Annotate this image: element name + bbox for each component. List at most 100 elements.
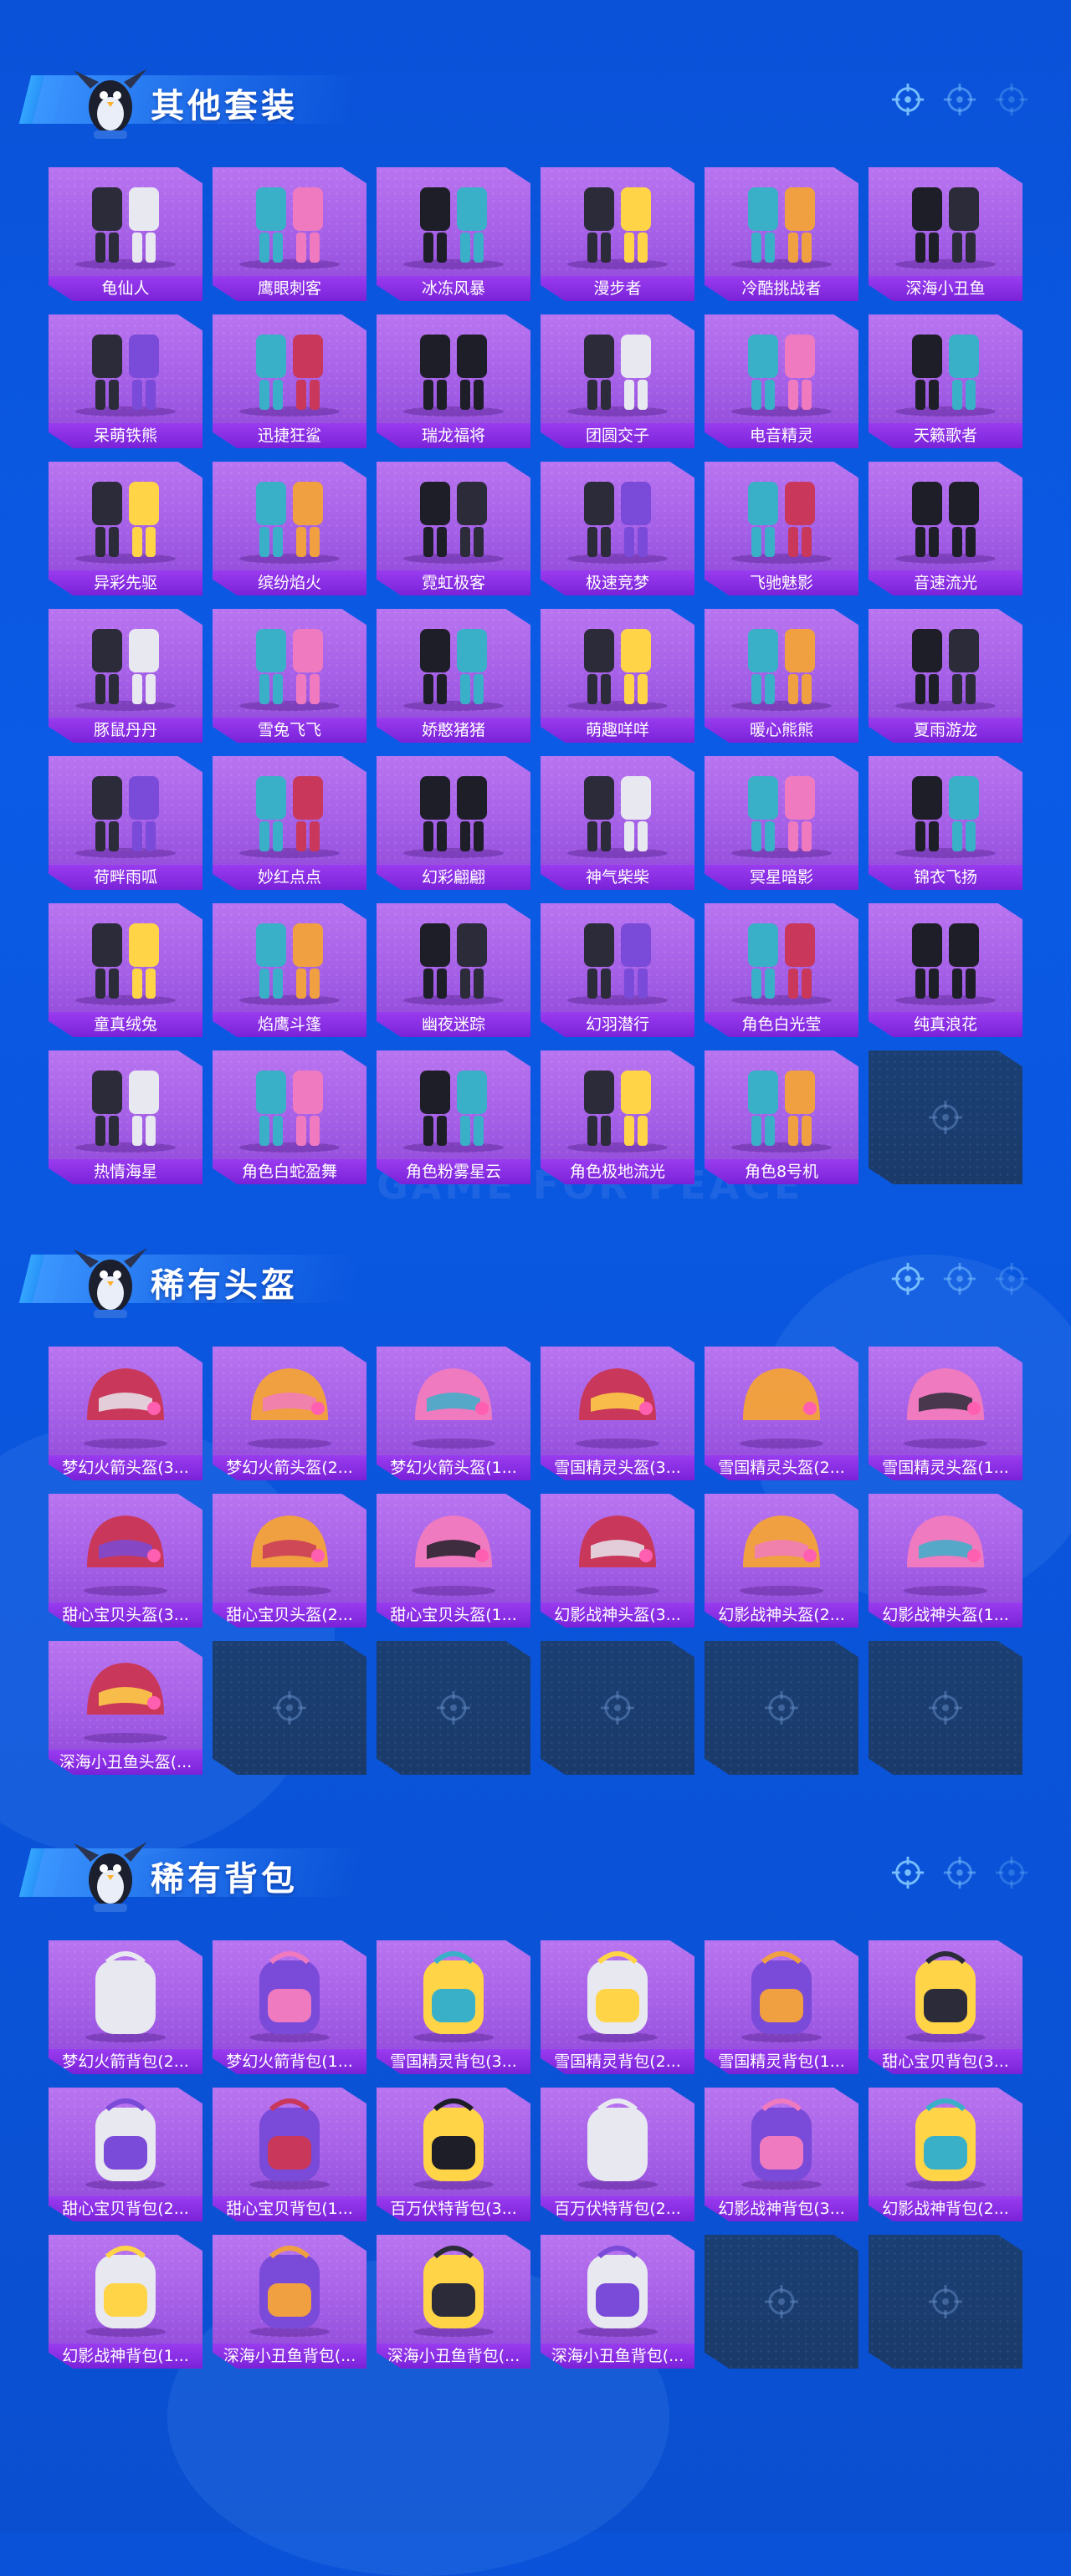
- item-label: 童真绒兔: [49, 1012, 202, 1037]
- item-label: 音速流光: [869, 570, 1022, 595]
- crosshair-icon: [943, 1262, 976, 1296]
- item-card[interactable]: 团圆交子: [541, 314, 694, 448]
- item-card[interactable]: 角色白光莹: [705, 903, 858, 1037]
- item-card[interactable]: 甜心宝贝背包(3...: [869, 1940, 1022, 2074]
- item-card[interactable]: 梦幻火箭头盔(1...: [377, 1347, 530, 1480]
- item-label: 雪国精灵背包(2...: [541, 2049, 694, 2074]
- item-card[interactable]: 幻影战神背包(3...: [705, 2088, 858, 2221]
- item-card[interactable]: 呆萌铁熊: [49, 314, 202, 448]
- crosshair-icon: [765, 2285, 798, 2318]
- item-label: 雪兔飞飞: [213, 718, 366, 743]
- item-label: 夏雨游龙: [869, 718, 1022, 743]
- item-card[interactable]: 雪兔飞飞: [213, 609, 366, 743]
- item-card[interactable]: 雪国精灵背包(2...: [541, 1940, 694, 2074]
- item-card[interactable]: 雪国精灵背包(3...: [377, 1940, 530, 2074]
- item-card[interactable]: 角色白蛇盈舞: [213, 1050, 366, 1184]
- item-label: 瑞龙福将: [377, 423, 530, 448]
- item-card[interactable]: 百万伏特背包(3...: [377, 2088, 530, 2221]
- item-card[interactable]: 音速流光: [869, 462, 1022, 595]
- item-card[interactable]: 冥星暗影: [705, 756, 858, 890]
- item-card[interactable]: 幻彩翩翩: [377, 756, 530, 890]
- crosshair-icon: [765, 1691, 798, 1725]
- item-card[interactable]: 娇憨猪猪: [377, 609, 530, 743]
- item-card[interactable]: 豚鼠丹丹: [49, 609, 202, 743]
- item-card[interactable]: 暖心熊熊: [705, 609, 858, 743]
- item-card[interactable]: 梦幻火箭头盔(3...: [49, 1347, 202, 1480]
- item-card[interactable]: 龟仙人: [49, 167, 202, 301]
- item-card[interactable]: 天籁歌者: [869, 314, 1022, 448]
- item-card[interactable]: 童真绒兔: [49, 903, 202, 1037]
- item-card[interactable]: 深海小丑鱼头盔(...: [49, 1641, 202, 1775]
- item-card[interactable]: 幻影战神头盔(3...: [541, 1494, 694, 1628]
- item-card[interactable]: 幻影战神头盔(2...: [705, 1494, 858, 1628]
- item-card[interactable]: 鹰眼刺客: [213, 167, 366, 301]
- item-card[interactable]: 甜心宝贝头盔(3...: [49, 1494, 202, 1628]
- item-card[interactable]: 雪国精灵背包(1...: [705, 1940, 858, 2074]
- item-card[interactable]: 瑞龙福将: [377, 314, 530, 448]
- item-card[interactable]: 幻影战神背包(2...: [869, 2088, 1022, 2221]
- item-label: 漫步者: [541, 276, 694, 301]
- item-card[interactable]: 深海小丑鱼背包(...: [377, 2235, 530, 2369]
- item-label: 飞驰魅影: [705, 570, 858, 595]
- item-card[interactable]: 雪国精灵头盔(2...: [705, 1347, 858, 1480]
- item-card[interactable]: 锦衣飞扬: [869, 756, 1022, 890]
- item-card[interactable]: 梦幻火箭背包(2...: [49, 1940, 202, 2074]
- item-label: 锦衣飞扬: [869, 865, 1022, 890]
- item-card[interactable]: 百万伏特背包(2...: [541, 2088, 694, 2221]
- section-header: 稀有头盔: [18, 1229, 1063, 1321]
- penguin-mascot-icon: [74, 1842, 147, 1912]
- crosshair-icon: [273, 1691, 306, 1725]
- item-label: 梦幻火箭头盔(2...: [213, 1455, 366, 1480]
- item-card[interactable]: 角色极地流光: [541, 1050, 694, 1184]
- item-card[interactable]: 霓虹极客: [377, 462, 530, 595]
- item-card[interactable]: 漫步者: [541, 167, 694, 301]
- item-card[interactable]: 夏雨游龙: [869, 609, 1022, 743]
- item-label: 梦幻火箭头盔(3...: [49, 1455, 202, 1480]
- item-card[interactable]: 冷酷挑战者: [705, 167, 858, 301]
- item-card[interactable]: 幽夜迷踪: [377, 903, 530, 1037]
- item-card[interactable]: 焰鹰斗篷: [213, 903, 366, 1037]
- item-card[interactable]: 萌趣咩咩: [541, 609, 694, 743]
- item-card[interactable]: 异彩先驱: [49, 462, 202, 595]
- empty-slot: [869, 1050, 1022, 1184]
- item-card[interactable]: 极速竞梦: [541, 462, 694, 595]
- item-card[interactable]: 荷畔雨呱: [49, 756, 202, 890]
- item-card[interactable]: 幻羽潜行: [541, 903, 694, 1037]
- item-card[interactable]: 甜心宝贝头盔(2...: [213, 1494, 366, 1628]
- item-card[interactable]: 甜心宝贝头盔(1...: [377, 1494, 530, 1628]
- item-card[interactable]: 深海小丑鱼背包(...: [541, 2235, 694, 2369]
- item-label: 梦幻火箭背包(1...: [213, 2049, 366, 2074]
- item-card[interactable]: 幻影战神头盔(1...: [869, 1494, 1022, 1628]
- item-label: 深海小丑鱼头盔(...: [49, 1750, 202, 1775]
- item-card[interactable]: 雪国精灵头盔(3...: [541, 1347, 694, 1480]
- item-card[interactable]: 热情海星: [49, 1050, 202, 1184]
- item-label: 焰鹰斗篷: [213, 1012, 366, 1037]
- item-label: 豚鼠丹丹: [49, 718, 202, 743]
- item-card[interactable]: 甜心宝贝背包(1...: [213, 2088, 366, 2221]
- item-card[interactable]: 深海小丑鱼: [869, 167, 1022, 301]
- header-icon-group: [890, 1261, 1029, 1296]
- item-card[interactable]: 角色8号机: [705, 1050, 858, 1184]
- item-card[interactable]: 深海小丑鱼背包(...: [213, 2235, 366, 2369]
- crosshair-icon: [929, 1691, 962, 1725]
- item-card[interactable]: 梦幻火箭头盔(2...: [213, 1347, 366, 1480]
- item-label: 深海小丑鱼背包(...: [213, 2343, 366, 2369]
- item-card[interactable]: 冰冻风暴: [377, 167, 530, 301]
- item-card[interactable]: 甜心宝贝背包(2...: [49, 2088, 202, 2221]
- item-card[interactable]: 飞驰魅影: [705, 462, 858, 595]
- item-label: 角色白光莹: [705, 1012, 858, 1037]
- item-label: 霓虹极客: [377, 570, 530, 595]
- item-card[interactable]: 幻影战神背包(1...: [49, 2235, 202, 2369]
- item-label: 幻影战神头盔(2...: [705, 1602, 858, 1628]
- item-card[interactable]: 电音精灵: [705, 314, 858, 448]
- item-label: 幽夜迷踪: [377, 1012, 530, 1037]
- item-card[interactable]: 神气柴柴: [541, 756, 694, 890]
- item-card[interactable]: 角色粉雾星云: [377, 1050, 530, 1184]
- item-card[interactable]: 妙红点点: [213, 756, 366, 890]
- item-card[interactable]: 纯真浪花: [869, 903, 1022, 1037]
- item-label: 鹰眼刺客: [213, 276, 366, 301]
- item-card[interactable]: 缤纷焰火: [213, 462, 366, 595]
- item-card[interactable]: 迅捷狂鲨: [213, 314, 366, 448]
- item-card[interactable]: 梦幻火箭背包(1...: [213, 1940, 366, 2074]
- item-card[interactable]: 雪国精灵头盔(1...: [869, 1347, 1022, 1480]
